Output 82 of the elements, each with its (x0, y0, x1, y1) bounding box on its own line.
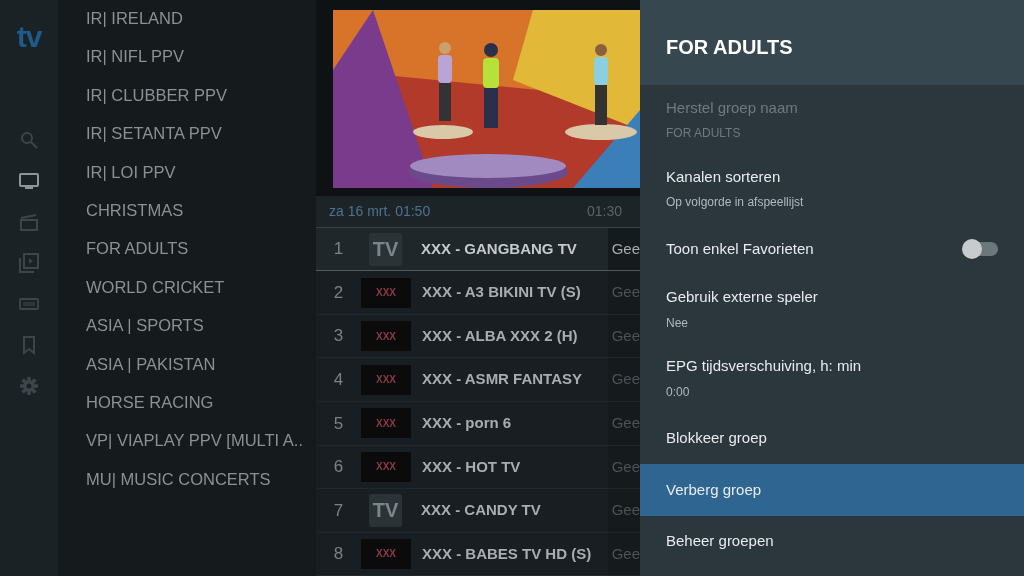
settings-item[interactable]: Blokkeer groep (640, 412, 1024, 464)
channel-name: XXX - GANGBANG TV (420, 238, 578, 259)
settings-item[interactable]: Kanalen sorteren Op volgorde in afspeellijst (640, 154, 1024, 223)
setting-label: Beheer groepen (666, 531, 774, 551)
channel-row[interactable]: 6 XXX XXX - HOT TV Gee (316, 445, 640, 490)
search-icon[interactable] (19, 130, 39, 150)
group-item[interactable]: IR| CLUBBER PPV (58, 84, 316, 124)
settings-item[interactable]: Toon enkel Favorieten (640, 223, 1024, 275)
program-title: Gee (607, 532, 640, 576)
tv-icon[interactable] (19, 171, 39, 191)
program-title: Gee (607, 489, 640, 532)
group-item[interactable]: HORSE RACING (58, 391, 316, 431)
app-logo: tv (16, 22, 42, 52)
channel-row[interactable]: 4 XXX XXX - ASMR FANTASY Gee (316, 358, 640, 402)
group-item[interactable]: WORLD CRICKET (58, 276, 316, 316)
group-item[interactable]: IR| IRELAND (58, 8, 316, 47)
program-title: Gee (607, 271, 640, 314)
group-item[interactable]: IR| LOI PPV (58, 161, 316, 200)
channel-row[interactable]: 2 XXX XXX - A3 BIKINI TV (S) Gee (316, 271, 640, 315)
channel-number: 5 (332, 412, 345, 435)
setting-label: Verberg groep (666, 479, 762, 500)
channel-number: 8 (332, 543, 345, 566)
program-title: Gee (607, 445, 640, 489)
clapperboard-icon[interactable] (19, 212, 39, 232)
channel-name: XXX - CANDY TV (420, 500, 542, 521)
group-item[interactable]: ASIA | PAKISTAN (58, 353, 316, 392)
channel-name: XXX - porn 6 (421, 413, 513, 433)
channel-logo: XXX (361, 277, 411, 308)
channel-row[interactable]: 8 XXX XXX - BABES TV HD (S) Gee (316, 532, 640, 576)
panel-title: FOR ADULTS (666, 36, 793, 58)
settings-item[interactable]: EPG tijdsverschuiving, h: min 0:00 (640, 343, 1024, 413)
channel-logo: XXX (361, 451, 411, 482)
channel-row[interactable]: 5 XXX XXX - porn 6 Gee (316, 402, 640, 446)
channel-name: XXX - HOT TV (421, 456, 522, 477)
program-title: Gee (607, 402, 640, 445)
toggle-switch[interactable] (962, 238, 998, 259)
channel-number: 6 (332, 456, 345, 478)
channel-logo: XXX (361, 364, 411, 395)
program-title: Gee (607, 314, 640, 358)
group-item[interactable]: ASIA | SPORTS (58, 315, 316, 354)
group-item[interactable]: CHRISTMAS (58, 199, 316, 239)
setting-label: Gebruik externe speler (666, 287, 818, 308)
setting-value: Nee (666, 314, 689, 332)
channel-number: 1 (332, 238, 345, 261)
timeline-time: 01:30 (586, 201, 622, 221)
program-title: Gee (607, 358, 640, 401)
channel-name: XXX - ALBA XXX 2 (H) (421, 325, 579, 346)
settings-item[interactable]: Gebruik externe speler Nee (640, 274, 1024, 344)
group-item[interactable]: IR| NIFL PPV (58, 46, 316, 85)
date-time: za 16 mrt. 01:50 (329, 201, 431, 221)
channel-logo: XXX (361, 408, 411, 439)
channel-number: 4 (332, 369, 345, 391)
group-item[interactable]: IR| SETANTA PPV (58, 123, 316, 162)
settings-item[interactable]: Verberg groep (640, 464, 1024, 516)
setting-value: FOR ADULTS (666, 125, 742, 143)
channel-number: 2 (332, 281, 345, 304)
channel-logo: XXX (361, 321, 411, 352)
group-item[interactable]: FOR ADULTS (58, 238, 316, 277)
video-library-icon[interactable] (19, 253, 39, 273)
setting-label: Blokkeer groep (666, 428, 767, 448)
channel-name: XXX - BABES TV HD (S) (421, 543, 593, 564)
channel-number: 3 (332, 325, 345, 348)
setting-label: Kanalen sorteren (666, 166, 782, 187)
setting-label: EPG tijdsverschuiving, h: min (666, 356, 862, 377)
channel-logo: TV (369, 232, 402, 266)
channel-name: XXX - ASMR FANTASY (421, 369, 583, 390)
program-title: Gee (607, 227, 640, 271)
gear-icon[interactable] (19, 376, 39, 396)
group-item[interactable]: VP| VIAPLAY PPV [MULTI A.. (58, 430, 316, 469)
channel-row[interactable]: 7 TV XXX - CANDY TV Gee (316, 489, 640, 533)
setting-value: Op volgorde in afspeellijst (666, 194, 804, 212)
channel-logo: XXX (361, 538, 411, 569)
channel-logo: TV (369, 493, 402, 527)
setting-label: Toon enkel Favorieten (666, 238, 814, 259)
channel-row[interactable]: 1 TV XXX - GANGBANG TV Gee (316, 227, 640, 272)
setting-value: 0:00 (666, 383, 691, 401)
group-item[interactable]: MU| MUSIC CONCERTS (58, 468, 316, 508)
channel-number: 7 (332, 499, 345, 522)
setting-label: Herstel groep naam (666, 97, 798, 118)
settings-item[interactable]: Beheer groepen (640, 515, 1024, 567)
channel-row[interactable]: 3 XXX XXX - ALBA XXX 2 (H) Gee (316, 314, 640, 359)
channel-name: XXX - A3 BIKINI TV (S) (421, 282, 582, 303)
